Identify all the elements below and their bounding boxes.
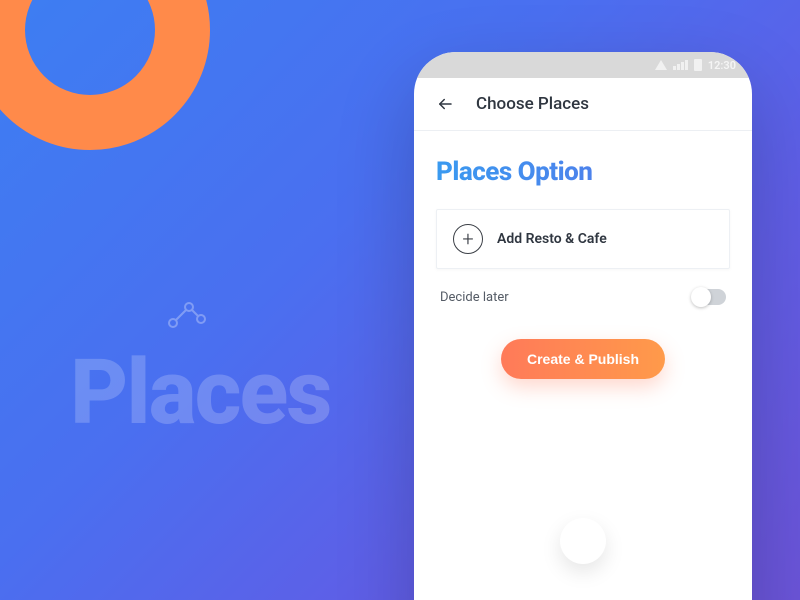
floating-action-button[interactable] bbox=[560, 518, 606, 564]
phone-frame: 12:30 Choose Places Places Option + Add … bbox=[414, 52, 752, 600]
page-title: Places Option bbox=[436, 157, 730, 187]
cta-wrap: Create & Publish bbox=[436, 339, 730, 379]
plus-icon: + bbox=[453, 224, 483, 254]
share-icon bbox=[165, 293, 209, 337]
decide-later-label: Decide later bbox=[440, 290, 509, 305]
create-publish-button[interactable]: Create & Publish bbox=[501, 339, 665, 379]
add-place-label: Add Resto & Cafe bbox=[497, 231, 607, 247]
promo-stage: Places 12:30 Choose Places Places Option… bbox=[0, 0, 800, 600]
decorative-ring bbox=[0, 0, 210, 150]
wifi-icon bbox=[655, 60, 667, 70]
decide-later-row: Decide later bbox=[436, 289, 730, 305]
decide-later-toggle[interactable] bbox=[692, 289, 726, 305]
add-place-card[interactable]: + Add Resto & Cafe bbox=[436, 209, 730, 269]
watermark-text: Places bbox=[70, 340, 330, 445]
app-bar: Choose Places bbox=[414, 78, 752, 131]
appbar-title: Choose Places bbox=[476, 94, 589, 114]
back-button[interactable] bbox=[436, 95, 454, 113]
screen-content: Places Option + Add Resto & Cafe Decide … bbox=[414, 131, 752, 379]
toggle-knob bbox=[691, 287, 711, 307]
battery-icon bbox=[694, 59, 702, 71]
status-bar: 12:30 bbox=[414, 52, 752, 78]
status-time: 12:30 bbox=[708, 59, 736, 72]
signal-icon bbox=[673, 60, 688, 70]
